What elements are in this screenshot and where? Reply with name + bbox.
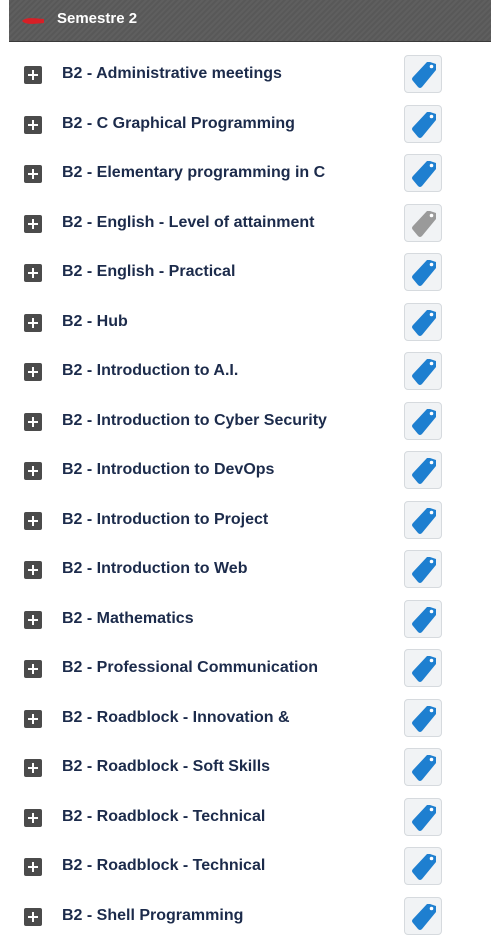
- module-row[interactable]: B2 - Hub: [0, 290, 491, 341]
- tag-button[interactable]: [404, 797, 442, 836]
- tag-icon: [412, 210, 436, 237]
- plus-icon[interactable]: [24, 66, 42, 84]
- plus-icon[interactable]: [24, 759, 42, 777]
- tag-button[interactable]: [404, 896, 442, 935]
- tag-icon: [412, 705, 436, 732]
- tag-icon: [412, 111, 436, 138]
- tag-icon: [412, 62, 436, 88]
- module-row[interactable]: B2 - Roadblock - Technical: [0, 785, 491, 836]
- tag-icon: [412, 260, 436, 286]
- module-label[interactable]: B2 - Introduction to A.I.: [62, 361, 238, 381]
- tag-icon: [412, 854, 436, 880]
- tag-icon: [412, 458, 436, 484]
- plus-icon[interactable]: [24, 214, 42, 233]
- tag-icon: [412, 161, 436, 187]
- tag-icon: [412, 408, 436, 435]
- module-row[interactable]: B2 - Introduction to Cyber Security: [0, 389, 491, 440]
- module-row[interactable]: B2 - Elementary programming in C: [0, 141, 491, 192]
- module-row[interactable]: B2 - Roadblock - Innovation &: [0, 686, 491, 737]
- tag-button[interactable]: [404, 154, 442, 192]
- tag-button[interactable]: [404, 748, 442, 786]
- semester-title: Semestre 2: [57, 10, 138, 27]
- semester-header[interactable]: Semestre 2: [9, 0, 491, 42]
- plus-icon[interactable]: [24, 165, 42, 183]
- module-row[interactable]: B2 - English - Practical: [0, 240, 491, 291]
- tag-button[interactable]: [404, 203, 442, 242]
- module-label[interactable]: B2 - English - Practical: [62, 262, 235, 282]
- plus-icon[interactable]: [24, 660, 42, 678]
- tag-button[interactable]: [404, 550, 442, 588]
- plus-icon[interactable]: [24, 610, 42, 629]
- module-label[interactable]: B2 - Roadblock - Technical: [62, 807, 265, 827]
- module-row[interactable]: B2 - Administrative meetings: [0, 42, 491, 93]
- plus-icon[interactable]: [24, 511, 42, 530]
- plus-icon[interactable]: [24, 561, 42, 579]
- tag-icon: [412, 903, 436, 930]
- module-label[interactable]: B2 - Roadblock - Soft Skills: [62, 757, 270, 777]
- module-row[interactable]: B2 - Introduction to Project: [0, 488, 491, 539]
- module-list: B2 - Administrative meetings B2 - C Graph…: [0, 42, 491, 935]
- tag-icon: [412, 755, 436, 781]
- module-label[interactable]: B2 - C Graphical Programming: [62, 114, 295, 134]
- module-row[interactable]: B2 - Professional Communication: [0, 636, 491, 687]
- tag-button[interactable]: [404, 599, 442, 638]
- module-row[interactable]: B2 - Introduction to DevOps: [0, 438, 491, 489]
- module-label[interactable]: B2 - Introduction to Cyber Security: [62, 411, 327, 431]
- module-label[interactable]: B2 - Roadblock - Technical: [62, 856, 265, 876]
- module-label[interactable]: B2 - Elementary programming in C: [62, 163, 325, 183]
- plus-icon[interactable]: [24, 907, 42, 926]
- module-label[interactable]: B2 - Hub: [62, 312, 128, 332]
- module-row[interactable]: B2 - English - Level of attainment: [0, 191, 491, 242]
- collapse-arrow-icon[interactable]: [20, 13, 46, 29]
- plus-icon[interactable]: [24, 412, 42, 431]
- tag-button[interactable]: [404, 104, 442, 143]
- plus-icon[interactable]: [24, 808, 42, 827]
- tag-button[interactable]: [404, 55, 442, 93]
- tag-button[interactable]: [404, 500, 442, 539]
- semester-panel: Semestre 2 B2 - Administrative meetings B…: [0, 0, 491, 941]
- tag-button[interactable]: [404, 847, 442, 885]
- module-label[interactable]: B2 - English - Level of attainment: [62, 213, 314, 233]
- module-label[interactable]: B2 - Administrative meetings: [62, 64, 282, 84]
- tag-button[interactable]: [404, 302, 442, 341]
- plus-icon[interactable]: [24, 462, 42, 480]
- module-row[interactable]: B2 - Introduction to Web: [0, 537, 491, 588]
- module-row[interactable]: B2 - Introduction to A.I.: [0, 339, 491, 390]
- module-label[interactable]: B2 - Introduction to Project: [62, 510, 268, 530]
- plus-icon[interactable]: [24, 858, 42, 876]
- tag-icon: [412, 656, 436, 682]
- plus-icon[interactable]: [24, 264, 42, 282]
- tag-icon: [412, 507, 436, 534]
- tag-icon: [412, 804, 436, 831]
- module-row[interactable]: B2 - Mathematics: [0, 587, 491, 638]
- tag-button[interactable]: [404, 253, 442, 291]
- module-label[interactable]: B2 - Shell Programming: [62, 906, 243, 926]
- tag-button[interactable]: [404, 451, 442, 489]
- tag-icon: [412, 359, 436, 385]
- module-label[interactable]: B2 - Professional Communication: [62, 658, 318, 678]
- tag-icon: [412, 557, 436, 583]
- tag-icon: [412, 309, 436, 336]
- module-row[interactable]: B2 - Shell Programming: [0, 884, 491, 935]
- plus-icon[interactable]: [24, 115, 42, 134]
- module-label[interactable]: B2 - Roadblock - Innovation &: [62, 708, 290, 728]
- module-label[interactable]: B2 - Mathematics: [62, 609, 194, 629]
- tag-button[interactable]: [404, 352, 442, 390]
- plus-icon[interactable]: [24, 709, 42, 728]
- module-row[interactable]: B2 - Roadblock - Soft Skills: [0, 735, 491, 786]
- tag-icon: [412, 606, 436, 633]
- tag-button[interactable]: [404, 698, 442, 737]
- plus-icon[interactable]: [24, 363, 42, 381]
- module-label[interactable]: B2 - Introduction to Web: [62, 559, 247, 579]
- module-row[interactable]: B2 - C Graphical Programming: [0, 92, 491, 143]
- plus-icon[interactable]: [24, 313, 42, 332]
- module-row[interactable]: B2 - Roadblock - Technical: [0, 834, 491, 885]
- tag-button[interactable]: [404, 401, 442, 440]
- module-label[interactable]: B2 - Introduction to DevOps: [62, 460, 274, 480]
- tag-button[interactable]: [404, 649, 442, 687]
